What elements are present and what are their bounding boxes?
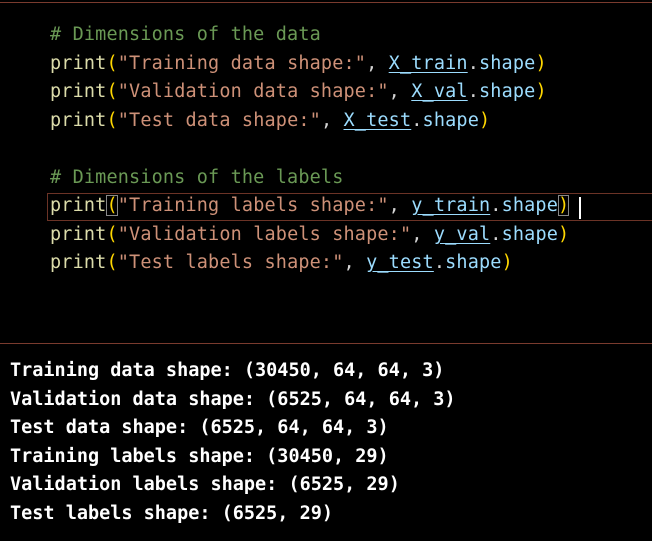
- attribute-shape: shape: [445, 252, 502, 273]
- open-paren: (: [106, 252, 118, 273]
- print-keyword: print: [50, 195, 107, 216]
- dot: .: [433, 252, 446, 273]
- comma: ,: [366, 53, 389, 74]
- dot: .: [467, 81, 479, 102]
- text-cursor: [579, 197, 581, 219]
- output-line: Test labels shape: (6525, 29): [10, 503, 334, 524]
- print-keyword: print: [50, 53, 107, 74]
- code-line-8[interactable]: print("Validation labels shape:", y_val.…: [50, 221, 569, 249]
- attribute-shape: shape: [501, 224, 559, 245]
- comma: ,: [388, 195, 412, 216]
- close-paren: ): [535, 81, 547, 102]
- output-line: Test data shape: (6525, 64, 64, 3): [10, 417, 389, 438]
- variable-x-test: X_test: [343, 110, 412, 131]
- code-line-3[interactable]: print("Validation data shape:", X_val.sh…: [50, 78, 547, 106]
- output-line: Training data shape: (30450, 64, 64, 3): [10, 360, 445, 381]
- attribute-shape: shape: [479, 81, 536, 102]
- print-keyword: print: [50, 81, 107, 102]
- print-keyword: print: [50, 110, 107, 131]
- open-paren: (: [106, 53, 118, 74]
- variable-y-train: y_train: [411, 195, 491, 216]
- dot: .: [411, 110, 423, 131]
- code-line-4[interactable]: print("Test data shape:", X_test.shape): [50, 107, 490, 135]
- variable-x-val: X_val: [411, 81, 468, 102]
- comma: ,: [343, 252, 367, 273]
- string-literal: "Training labels shape:": [117, 195, 389, 216]
- open-paren: (: [106, 224, 118, 245]
- comma: ,: [411, 224, 434, 245]
- string-literal: "Training data shape:": [117, 53, 367, 74]
- variable-y-test: y_test: [366, 252, 434, 273]
- close-paren: ): [535, 53, 547, 74]
- code-cell-editor[interactable]: # Dimensions of the data print("Training…: [0, 3, 652, 341]
- print-keyword: print: [50, 252, 107, 273]
- comma: ,: [320, 110, 344, 131]
- print-keyword: print: [50, 224, 107, 245]
- string-literal: "Test labels shape:": [117, 252, 344, 273]
- comma: ,: [388, 81, 412, 102]
- code-line-6[interactable]: # Dimensions of the labels: [50, 164, 344, 192]
- comment-data-dimensions: # Dimensions of the data: [50, 24, 321, 45]
- open-paren-matched: (: [106, 195, 118, 216]
- output-line: Validation labels shape: (6525, 29): [10, 474, 400, 495]
- open-paren: (: [106, 110, 118, 131]
- output-line: Training labels shape: (30450, 29): [10, 446, 389, 467]
- code-line-2[interactable]: print("Training data shape:", X_train.sh…: [50, 50, 547, 78]
- close-paren: ): [479, 110, 491, 131]
- close-paren-matched: ): [558, 195, 570, 216]
- attribute-shape: shape: [501, 195, 559, 216]
- output-line: Validation data shape: (6525, 64, 64, 3): [10, 389, 456, 410]
- code-line-1[interactable]: # Dimensions of the data: [50, 21, 321, 49]
- dot: .: [490, 195, 502, 216]
- open-paren: (: [106, 81, 118, 102]
- string-literal: "Validation labels shape:": [117, 224, 412, 245]
- string-literal: "Validation data shape:": [117, 81, 389, 102]
- attribute-shape: shape: [478, 53, 536, 74]
- attribute-shape: shape: [422, 110, 479, 131]
- close-paren: ): [501, 252, 513, 273]
- cell-output: Training data shape: (30450, 64, 64, 3) …: [0, 344, 652, 541]
- variable-y-val: y_val: [433, 224, 491, 245]
- variable-x-train: X_train: [388, 53, 468, 74]
- dot: .: [490, 224, 502, 245]
- comment-label-dimensions: # Dimensions of the labels: [50, 167, 344, 188]
- string-literal: "Test data shape:": [117, 110, 321, 131]
- close-paren: ): [558, 224, 570, 245]
- code-line-7[interactable]: print("Training labels shape:", y_train.…: [50, 192, 570, 220]
- code-line-9[interactable]: print("Test labels shape:", y_test.shape…: [50, 249, 513, 277]
- dot: .: [467, 53, 479, 74]
